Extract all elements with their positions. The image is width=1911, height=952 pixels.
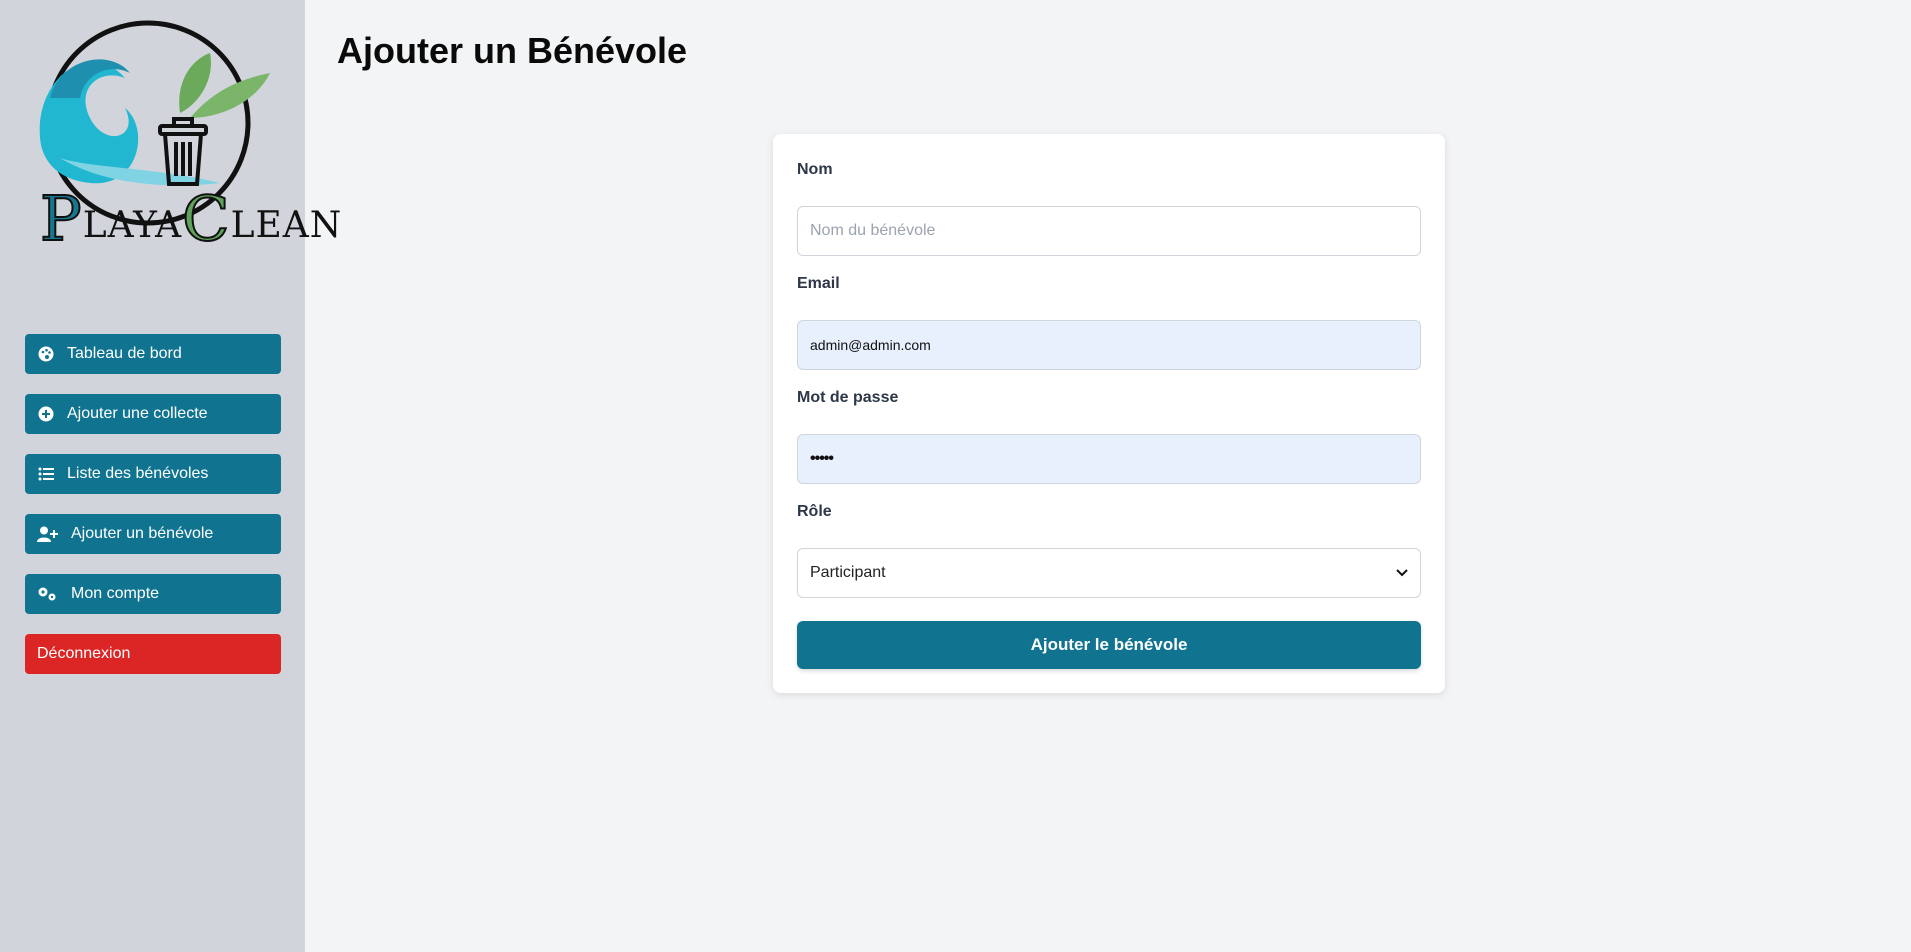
sidebar-item-label: Tableau de bord	[67, 345, 182, 362]
sidebar-item-label: Liste des bénévoles	[67, 465, 209, 482]
sidebar-item-add-volunteer[interactable]: Ajouter un bénévole	[25, 514, 281, 554]
plus-circle-icon	[37, 405, 55, 423]
logout-label: Déconnexion	[37, 645, 131, 662]
logo-wordmark: P LAYA C LEAN	[39, 182, 341, 255]
role-label: Rôle	[797, 503, 832, 520]
sidebar-item-label: Ajouter une collecte	[67, 405, 208, 422]
sidebar-item-label: Mon compte	[71, 585, 160, 602]
password-label: Mot de passe	[797, 389, 899, 406]
sidebar-item-volunteer-list[interactable]: Liste des bénévoles	[25, 454, 281, 494]
cogs-icon	[37, 585, 59, 603]
logo-letter-c: C	[181, 182, 231, 255]
name-input[interactable]: Nom du bénévole	[797, 206, 1421, 256]
logout-button[interactable]: Déconnexion	[25, 634, 281, 674]
email-input[interactable]: admin@admin.com	[797, 320, 1421, 370]
sidebar-item-my-account[interactable]: Mon compte	[25, 574, 281, 614]
page-title: Ajouter un Bénévole	[337, 30, 688, 71]
palette-icon	[37, 345, 55, 363]
logo-letter-p: P	[39, 182, 83, 255]
add-volunteer-button[interactable]: Ajouter le bénévole	[797, 621, 1421, 669]
add-volunteer-form: Nom Nom du bénévole Email admin@admin.co…	[773, 134, 1445, 693]
password-input-value: •••••	[810, 450, 834, 467]
sidebar-item-add-collecte[interactable]: Ajouter une collecte	[25, 394, 281, 434]
name-input-placeholder: Nom du bénévole	[810, 222, 936, 239]
sidebar: P LAYA C LEAN Tableau de bord Ajouter un…	[0, 0, 341, 952]
role-select[interactable]: Participant	[797, 548, 1421, 598]
chevron-down-icon	[1396, 564, 1408, 582]
user-plus-icon	[37, 525, 59, 543]
list-icon	[37, 465, 55, 483]
password-input[interactable]: •••••	[797, 434, 1421, 484]
name-label: Nom	[797, 161, 833, 178]
sidebar-nav: Tableau de bord Ajouter une collecte Lis…	[25, 334, 281, 694]
sidebar-item-label: Ajouter un bénévole	[71, 525, 214, 542]
logo-letters-laya: LAYA	[82, 205, 183, 246]
email-label: Email	[797, 275, 840, 292]
playaclean-logo: P LAYA C LEAN	[30, 18, 341, 273]
sidebar-item-dashboard[interactable]: Tableau de bord	[25, 334, 281, 374]
role-select-value: Participant	[810, 564, 886, 581]
email-input-value: admin@admin.com	[810, 337, 931, 353]
logo-letters-lean: LEAN	[230, 205, 343, 246]
